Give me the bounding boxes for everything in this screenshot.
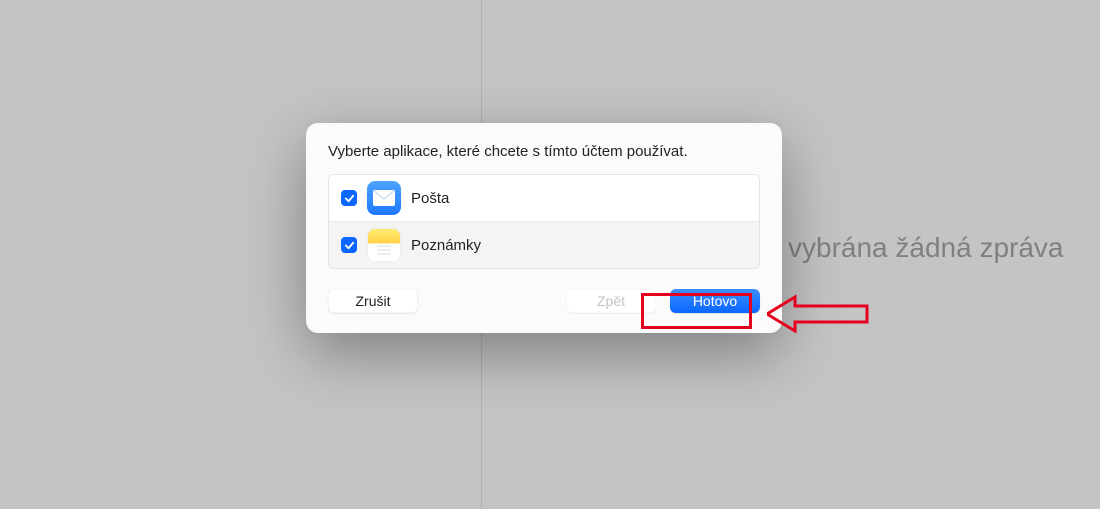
checkbox-mail[interactable] — [341, 190, 357, 206]
app-list: Pošta Poznámky — [328, 174, 760, 269]
done-button[interactable]: Hotovo — [670, 289, 760, 313]
dialog-title: Vyberte aplikace, které chcete s tímto ú… — [306, 123, 782, 174]
annotation-arrow-icon — [767, 293, 877, 335]
checkmark-icon — [344, 193, 355, 204]
account-apps-dialog: Vyberte aplikace, které chcete s tímto ú… — [306, 123, 782, 333]
app-row-mail: Pošta — [329, 175, 759, 221]
app-label-notes: Poznámky — [411, 237, 481, 254]
back-button: Zpět — [566, 289, 656, 313]
mail-icon — [367, 181, 401, 215]
checkmark-icon — [344, 240, 355, 251]
dialog-button-row: Zrušit Zpět Hotovo — [306, 269, 782, 333]
cancel-button[interactable]: Zrušit — [328, 289, 418, 313]
checkbox-notes[interactable] — [341, 237, 357, 253]
notes-icon — [367, 228, 401, 262]
app-row-notes: Poznámky — [329, 221, 759, 268]
background-empty-message: vybrána žádná zpráva — [788, 232, 1064, 264]
app-label-mail: Pošta — [411, 190, 449, 207]
